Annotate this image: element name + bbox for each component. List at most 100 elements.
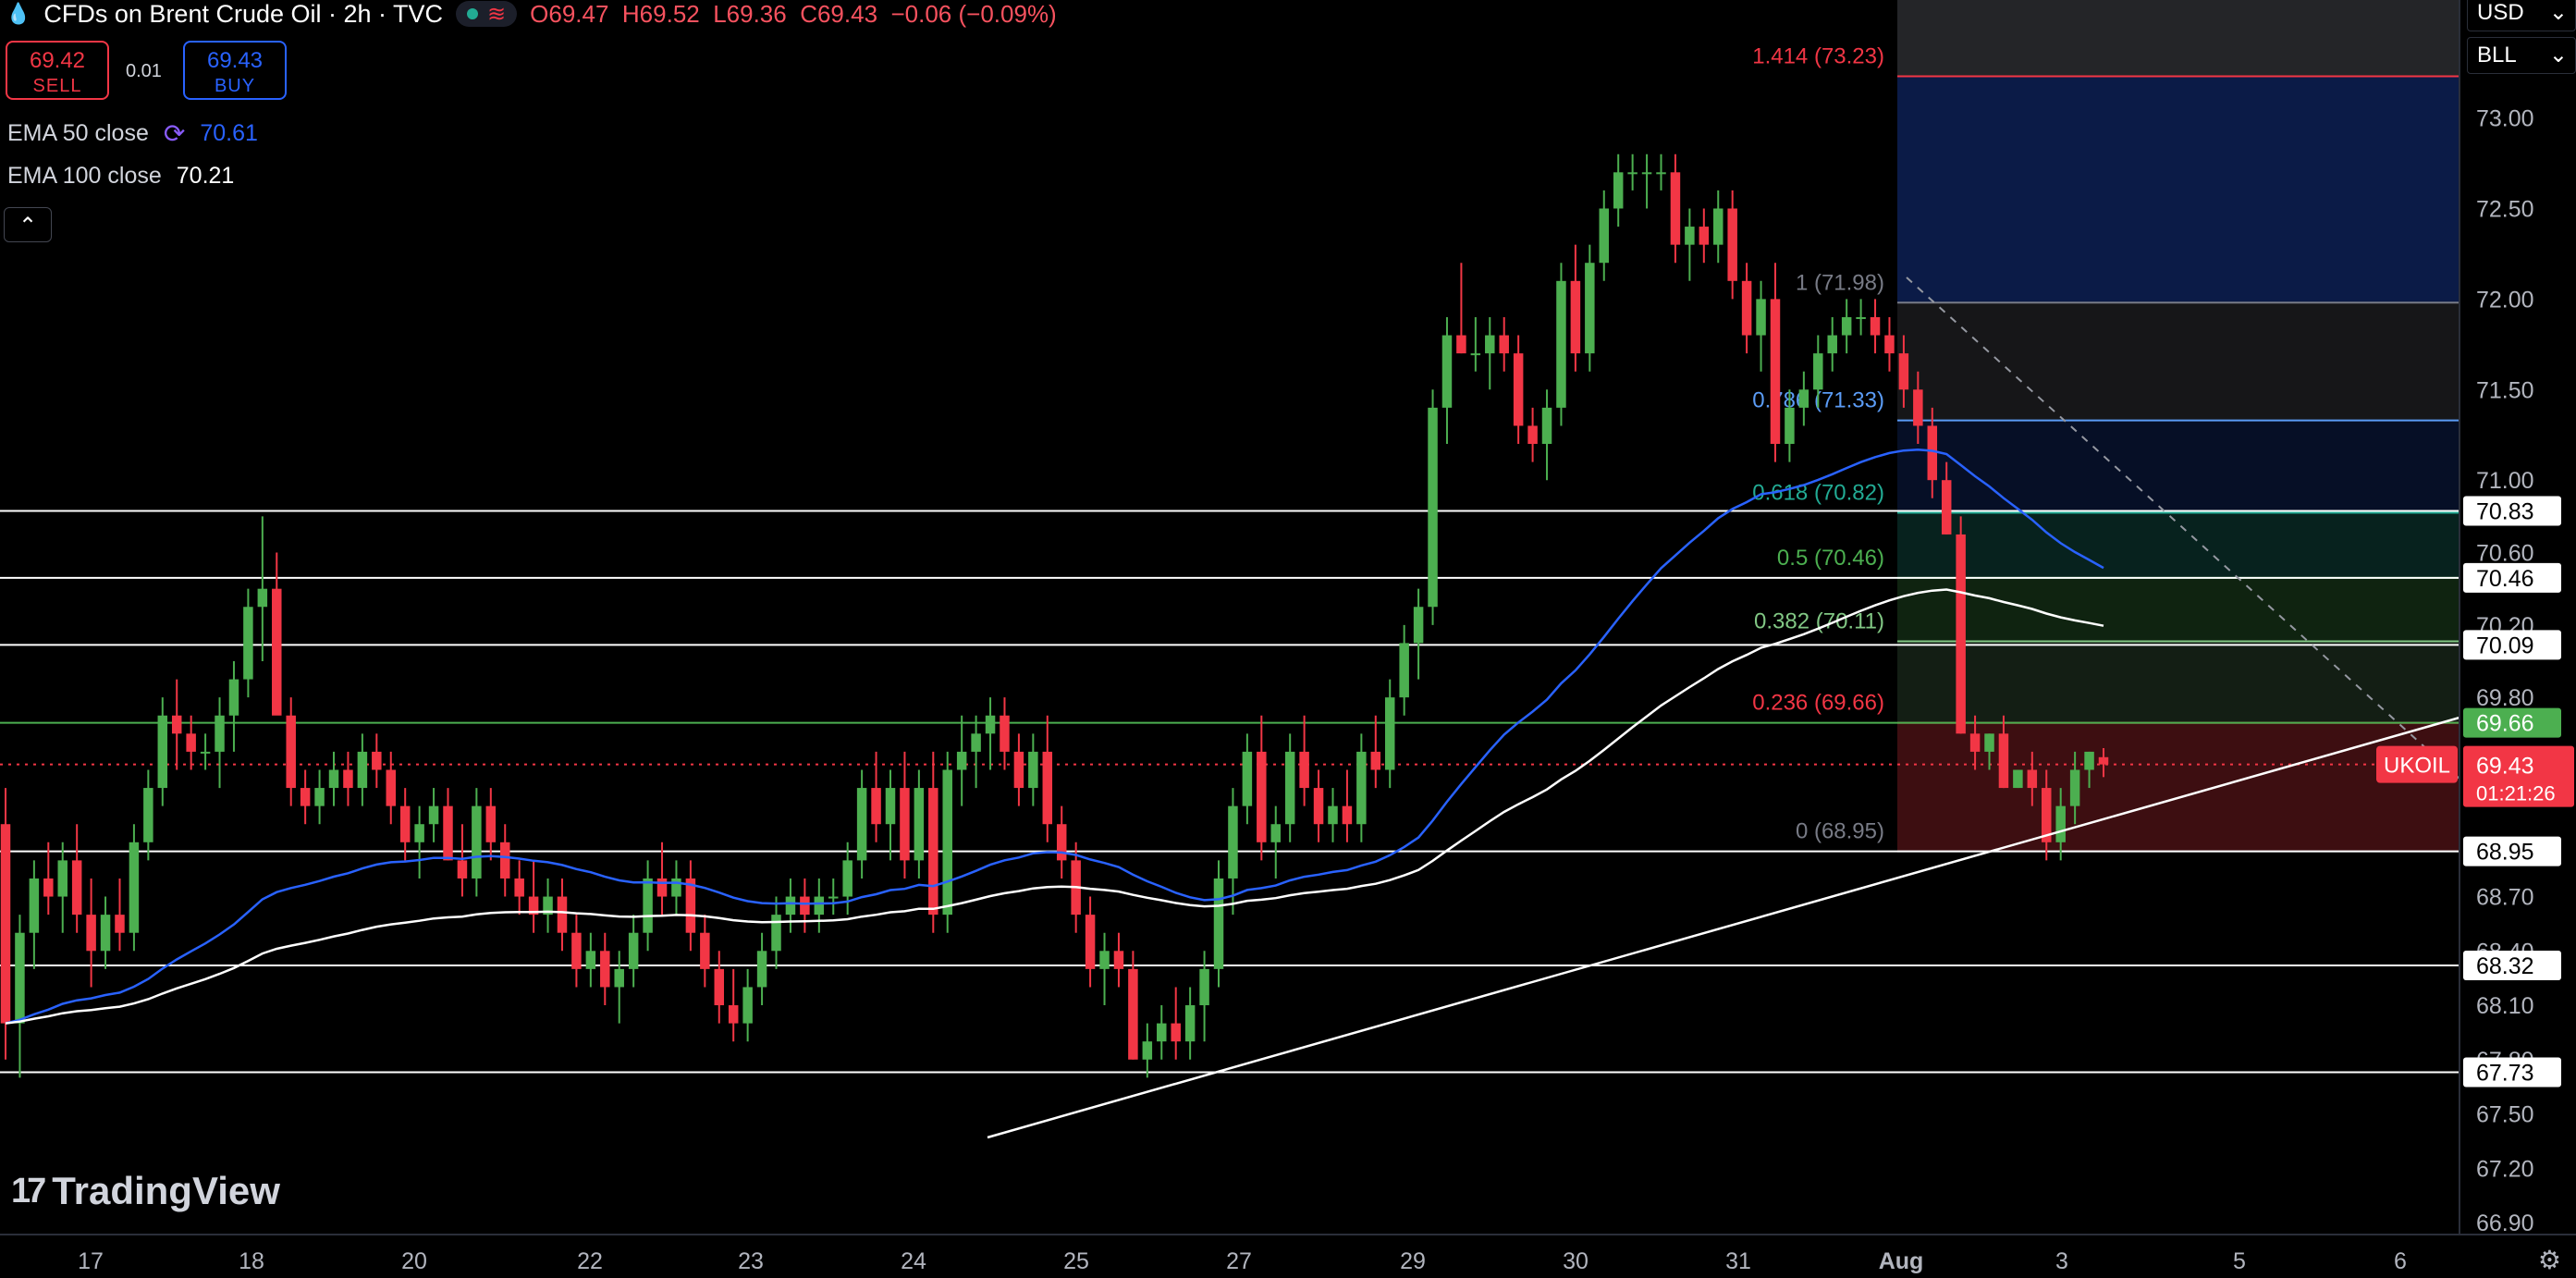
candle-body — [900, 788, 910, 861]
candle-body — [300, 788, 311, 806]
market-open-dot-icon — [467, 8, 479, 19]
price-tick-label: 72.00 — [2476, 287, 2534, 313]
candle-body — [557, 896, 568, 933]
buy-price: 69.43 — [206, 48, 264, 73]
candle-body — [272, 588, 282, 716]
candle-body — [1613, 172, 1624, 209]
candle-body — [1998, 733, 2009, 789]
level-price-tag-label: 68.32 — [2476, 953, 2534, 979]
indicator-value: 70.21 — [176, 163, 235, 189]
level-price-tag-label: 67.73 — [2476, 1060, 2534, 1086]
candle-body — [1370, 751, 1381, 770]
sell-price: 69.42 — [29, 48, 86, 73]
tradingview-logo[interactable]: 17 TradingView — [11, 1169, 280, 1213]
candle-body — [1656, 172, 1666, 175]
candle-body — [1570, 280, 1581, 354]
candle-body — [756, 951, 767, 988]
time-tick-label: 29 — [1400, 1248, 1426, 1274]
candle-body — [15, 932, 25, 1024]
candle-body — [600, 951, 610, 988]
candle-body — [1913, 389, 1923, 426]
currency-select[interactable]: USD ⌄ — [2467, 0, 2576, 31]
time-tick-label: 27 — [1226, 1248, 1252, 1274]
candle-body — [928, 788, 938, 915]
fib-level-label: 0.236 (69.66) — [1752, 691, 1884, 716]
buy-button[interactable]: 69.43 BUY — [183, 41, 287, 100]
price-tick-label: 70.60 — [2476, 541, 2534, 567]
candle-body — [129, 842, 140, 933]
candle-body — [1242, 751, 1253, 806]
candle-body — [29, 878, 40, 933]
collapse-indicators-button[interactable]: ⌃ — [4, 207, 52, 242]
candle-body — [1356, 751, 1367, 825]
ohlc-change: −0.06 (−0.09%) — [890, 0, 1057, 28]
candle-body — [842, 860, 853, 897]
candle-body — [2084, 751, 2094, 770]
time-tick-label: 3 — [2055, 1248, 2068, 1274]
time-tick-label: Aug — [1879, 1248, 1924, 1274]
candle-body — [1513, 353, 1524, 426]
level-price-tag-label: 70.46 — [2476, 566, 2534, 592]
level-price-tag-label: 68.95 — [2476, 840, 2534, 866]
fib-zone — [1897, 641, 2459, 723]
candle-body — [571, 932, 582, 969]
candle-body — [985, 715, 996, 734]
candle-body — [1956, 534, 1966, 734]
candle-body — [856, 788, 867, 861]
candle-body — [472, 805, 482, 879]
ohlc-open: O69.47 — [530, 0, 609, 28]
candle-body — [1199, 968, 1209, 1006]
candle-body — [1328, 805, 1338, 825]
price-tick-label: 67.20 — [2476, 1156, 2534, 1182]
candle-body — [215, 715, 225, 752]
settings-gear-icon[interactable]: ⚙ — [2538, 1245, 2561, 1275]
price-chart[interactable]: 1.414 (73.23)1 (71.98)0.786 (71.33)0.618… — [0, 0, 2576, 1278]
candle-body — [200, 751, 211, 754]
tradingview-logo-icon: 17 — [11, 1171, 46, 1210]
candle-body — [1927, 425, 1938, 481]
candle-body — [671, 878, 681, 897]
candle-body — [1441, 335, 1453, 408]
candle-body — [428, 805, 439, 825]
symbol-title[interactable]: CFDs on Brent Crude Oil · 2h · TVC — [43, 0, 443, 29]
unit-select[interactable]: BLL ⌄ — [2467, 37, 2576, 74]
candle-body — [485, 805, 497, 842]
candle-body — [1399, 643, 1409, 698]
chevron-down-icon: ⌄ — [2548, 0, 2568, 25]
candle-body — [1270, 824, 1281, 842]
fib-zone — [1897, 577, 2459, 642]
candle-body — [1741, 280, 1752, 336]
candle-body — [1870, 316, 1881, 336]
candle-body — [1013, 751, 1024, 789]
indicator-label: EMA 50 close — [7, 120, 149, 146]
price-tick-label: 67.50 — [2476, 1102, 2534, 1128]
candle-body — [771, 915, 781, 952]
candle-body — [143, 788, 153, 842]
candle-body — [372, 751, 382, 770]
candle-body — [1699, 227, 1710, 245]
candle-body — [2013, 769, 2023, 789]
symbol-tag-label: UKOIL — [2384, 754, 2450, 779]
candle-body — [399, 805, 411, 842]
candle-body — [1042, 751, 1053, 825]
candle-body — [800, 896, 810, 915]
sell-button[interactable]: 69.42 SELL — [6, 41, 109, 100]
price-tick-label: 71.50 — [2476, 377, 2534, 403]
indicator-ema50[interactable]: EMA 50 close ⟳ 70.61 — [7, 118, 258, 149]
indicator-ema100[interactable]: EMA 100 close 70.21 — [7, 163, 234, 190]
level-price-tag-label: 70.83 — [2476, 498, 2534, 524]
candle-body — [700, 932, 710, 969]
candle-body — [814, 896, 825, 915]
market-status-pill[interactable]: ≋ — [456, 1, 518, 27]
candle-body — [228, 679, 239, 716]
candle-body — [1284, 751, 1295, 825]
candle-body — [1099, 951, 1110, 969]
time-tick-label: 30 — [1563, 1248, 1589, 1274]
fib-level-label: 1.414 (73.23) — [1752, 44, 1884, 69]
candle-body — [685, 878, 696, 933]
candle-body — [1000, 715, 1010, 752]
candle-body — [656, 878, 668, 897]
candle-body — [1770, 299, 1781, 445]
candle-body — [956, 751, 967, 770]
candle-body — [1384, 697, 1395, 770]
